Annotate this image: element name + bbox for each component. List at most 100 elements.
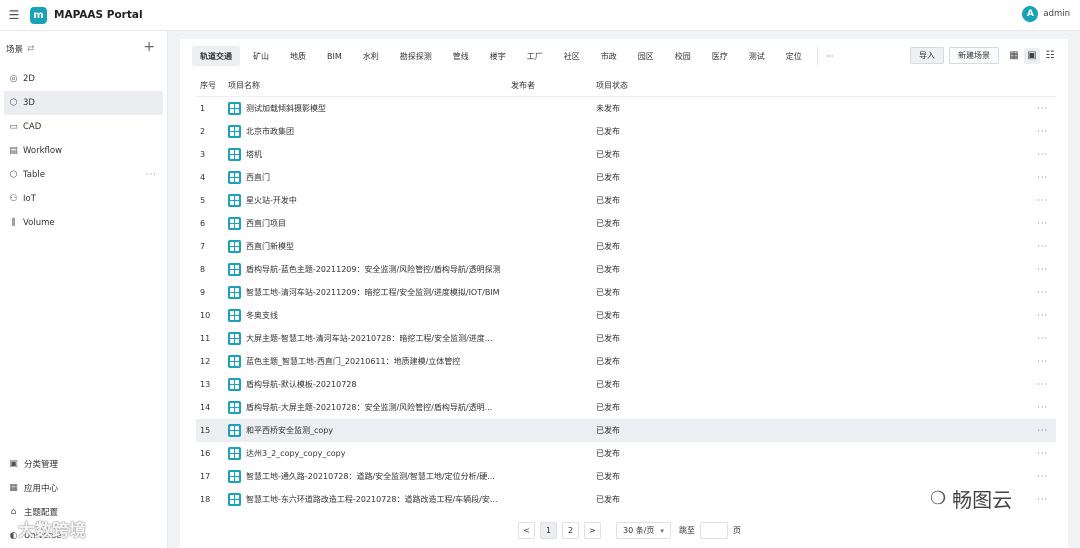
table-row[interactable]: 4 西直门 已发布 ··· xyxy=(196,166,1056,189)
table-row[interactable]: 1 测试加载倾斜摄影模型 未发布 ··· xyxy=(196,97,1056,120)
row-name[interactable]: 达州3_2_copy_copy_copy xyxy=(228,447,511,460)
tab-item[interactable]: 楼宇 xyxy=(482,46,514,66)
next-page-button[interactable]: > xyxy=(584,522,601,539)
tab-item[interactable]: 地质 xyxy=(282,46,314,66)
menu-icon[interactable]: ☰ xyxy=(0,0,28,31)
project-name[interactable]: 西直门 xyxy=(246,172,270,183)
jump-page-input[interactable] xyxy=(699,522,728,539)
user-name[interactable]: admin xyxy=(1043,9,1070,19)
table-row[interactable]: 18 智慧工地-东六环道路改造工程-20210728：道路改造工程/车辆段/安..… xyxy=(196,488,1056,511)
card-view-icon[interactable]: ▣ xyxy=(1024,47,1040,64)
row-name[interactable]: 盾构导航-蓝色主题-20211209：安全监测/风险管控/盾构导航/透明探测 xyxy=(228,263,511,276)
project-name[interactable]: 智慧工地-清河车站-20211209：暗挖工程/安全监测/进度模拟/IOT/BI… xyxy=(246,287,500,298)
tab-item[interactable]: 定位 xyxy=(778,46,810,66)
row-name[interactable]: 北京市政集团 xyxy=(228,125,511,138)
tab-item[interactable]: 市政 xyxy=(593,46,625,66)
row-name[interactable]: 蓝色主题_智慧工地-西直门_20210611：地质建模/立体管控 xyxy=(228,355,511,368)
row-more-icon[interactable]: ··· xyxy=(1037,265,1048,274)
row-more-icon[interactable]: ··· xyxy=(1037,495,1048,504)
row-name[interactable]: 西直门 xyxy=(228,171,511,184)
row-name[interactable]: 西直门新模型 xyxy=(228,240,511,253)
row-name[interactable]: 塔机 xyxy=(228,148,511,161)
tab-item[interactable]: 社区 xyxy=(556,46,588,66)
table-row[interactable]: 2 北京市政集团 已发布 ··· xyxy=(196,120,1056,143)
tab-item[interactable]: 水利 xyxy=(355,46,387,66)
new-scene-button[interactable]: 新建场景 xyxy=(949,47,999,64)
row-more-icon[interactable]: ··· xyxy=(1037,426,1048,435)
table-row[interactable]: 16 达州3_2_copy_copy_copy 已发布 ··· xyxy=(196,442,1056,465)
table-row[interactable]: 10 冬奥支线 已发布 ··· xyxy=(196,304,1056,327)
project-name[interactable]: 盾构导航-大屏主题-20210728：安全监测/风险管控/盾构导航/透明... xyxy=(246,402,492,413)
row-name[interactable]: 盾构导航-默认模板-20210728 xyxy=(228,378,511,391)
table-row[interactable]: 17 智慧工地-通久路-20210728：道路/安全监测/智慧工地/定位分析/硬.… xyxy=(196,465,1056,488)
project-name[interactable]: 智慧工地-通久路-20210728：道路/安全监测/智慧工地/定位分析/硬... xyxy=(246,471,495,482)
table-row[interactable]: 12 蓝色主题_智慧工地-西直门_20210611：地质建模/立体管控 已发布 ··· xyxy=(196,350,1056,373)
page-1-button[interactable]: 1 xyxy=(540,522,557,539)
user-menu[interactable]: A admin xyxy=(1022,6,1070,22)
row-name[interactable]: 盾构导航-大屏主题-20210728：安全监测/风险管控/盾构导航/透明... xyxy=(228,401,511,414)
project-name[interactable]: 蓝色主题_智慧工地-西直门_20210611：地质建模/立体管控 xyxy=(246,356,460,367)
table-row[interactable]: 11 大屏主题-智慧工地-清河车站-20210728：暗挖工程/安全监测/进度..… xyxy=(196,327,1056,350)
sidebar-bottom-item[interactable]: ▣ 分类管理 xyxy=(0,452,167,476)
row-name[interactable]: 冬奥支线 xyxy=(228,309,511,322)
tab-item[interactable]: 测试 xyxy=(741,46,773,66)
grid-view-icon[interactable]: ▦ xyxy=(1006,48,1022,64)
import-button[interactable]: 导入 xyxy=(910,47,944,64)
project-name[interactable]: 冬奥支线 xyxy=(246,310,278,321)
sidebar-item-cad[interactable]: ▭ CAD xyxy=(0,115,167,139)
more-icon[interactable]: ··· xyxy=(146,170,157,180)
row-more-icon[interactable]: ··· xyxy=(1037,242,1048,251)
row-more-icon[interactable]: ··· xyxy=(1037,196,1048,205)
row-more-icon[interactable]: ··· xyxy=(1037,219,1048,228)
sidebar-item-3d[interactable]: ⬡ 3D xyxy=(4,91,163,115)
avatar[interactable]: A xyxy=(1022,6,1039,22)
tab-item[interactable]: 矿山 xyxy=(245,46,277,66)
row-name[interactable]: 星火站-开发中 xyxy=(228,194,511,207)
swap-icon[interactable]: ⇄ xyxy=(27,44,35,54)
tab-item[interactable]: 工厂 xyxy=(519,46,551,66)
list-view-icon[interactable]: ☷ xyxy=(1042,48,1058,64)
project-name[interactable]: 塔机 xyxy=(246,149,262,160)
row-name[interactable]: 测试加载倾斜摄影模型 xyxy=(228,102,511,115)
table-row[interactable]: 5 星火站-开发中 已发布 ··· xyxy=(196,189,1056,212)
sidebar-bottom-item[interactable]: ▦ 应用中心 xyxy=(0,476,167,500)
project-name[interactable]: 西直门项目 xyxy=(246,218,286,229)
project-name[interactable]: 西直门新模型 xyxy=(246,241,294,252)
sidebar-item-iot[interactable]: ⚇ IoT xyxy=(0,187,167,211)
row-more-icon[interactable]: ··· xyxy=(1037,472,1048,481)
table-row[interactable]: 6 西直门项目 已发布 ··· xyxy=(196,212,1056,235)
project-name[interactable]: 大屏主题-智慧工地-清河车站-20210728：暗挖工程/安全监测/进度... xyxy=(246,333,492,344)
project-name[interactable]: 达州3_2_copy_copy_copy xyxy=(246,448,346,459)
tab-item[interactable]: 园区 xyxy=(630,46,662,66)
row-name[interactable]: 西直门项目 xyxy=(228,217,511,230)
row-more-icon[interactable]: ··· xyxy=(1037,311,1048,320)
table-row[interactable]: 9 智慧工地-清河车站-20211209：暗挖工程/安全监测/进度模拟/IOT/B… xyxy=(196,281,1056,304)
row-name[interactable]: 和平西桥安全监测_copy xyxy=(228,424,511,437)
row-more-icon[interactable]: ··· xyxy=(1037,334,1048,343)
row-more-icon[interactable]: ··· xyxy=(1037,380,1048,389)
tab-item[interactable]: BIM xyxy=(319,46,350,66)
tab-item[interactable]: 医疗 xyxy=(704,46,736,66)
tab-item[interactable]: 轨道交通 xyxy=(192,46,240,66)
tab-item[interactable]: 管线 xyxy=(445,46,477,66)
row-more-icon[interactable]: ··· xyxy=(1037,288,1048,297)
sidebar-item-2d[interactable]: ◎ 2D xyxy=(0,67,167,91)
table-row[interactable]: 15 和平西桥安全监测_copy 已发布 ··· xyxy=(196,419,1056,442)
table-row[interactable]: 3 塔机 已发布 ··· xyxy=(196,143,1056,166)
table-row[interactable]: 14 盾构导航-大屏主题-20210728：安全监测/风险管控/盾构导航/透明..… xyxy=(196,396,1056,419)
row-name[interactable]: 智慧工地-东六环道路改造工程-20210728：道路改造工程/车辆段/安... xyxy=(228,493,511,506)
more-tabs-button[interactable]: ··· xyxy=(826,52,834,61)
row-name[interactable]: 智慧工地-通久路-20210728：道路/安全监测/智慧工地/定位分析/硬... xyxy=(228,470,511,483)
add-scene-icon[interactable]: + xyxy=(143,40,155,54)
table-row[interactable]: 8 盾构导航-蓝色主题-20211209：安全监测/风险管控/盾构导航/透明探测 已… xyxy=(196,258,1056,281)
project-name[interactable]: 盾构导航-默认模板-20210728 xyxy=(246,379,357,390)
row-more-icon[interactable]: ··· xyxy=(1037,357,1048,366)
row-more-icon[interactable]: ··· xyxy=(1037,173,1048,182)
project-name[interactable]: 测试加载倾斜摄影模型 xyxy=(246,103,326,114)
page-2-button[interactable]: 2 xyxy=(562,522,579,539)
sidebar-item-table[interactable]: ⬡ Table ··· xyxy=(0,163,167,187)
table-row[interactable]: 7 西直门新模型 已发布 ··· xyxy=(196,235,1056,258)
row-more-icon[interactable]: ··· xyxy=(1037,449,1048,458)
tab-item[interactable]: 勘探探测 xyxy=(392,46,440,66)
project-name[interactable]: 星火站-开发中 xyxy=(246,195,297,206)
